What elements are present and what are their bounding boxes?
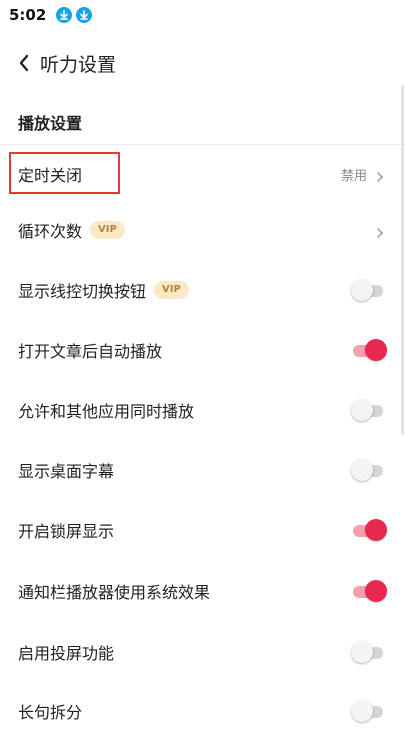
setting-label: 允许和其他应用同时播放 bbox=[18, 402, 195, 421]
toggle-knob bbox=[351, 700, 373, 722]
setting-row-screen-cast: 启用投屏功能 bbox=[0, 622, 405, 682]
download-icon bbox=[76, 7, 93, 23]
setting-label: 循环次数 bbox=[18, 222, 83, 241]
setting-value-group bbox=[351, 699, 385, 723]
setting-value-group bbox=[351, 458, 385, 482]
setting-label: 长句拆分 bbox=[18, 703, 83, 722]
setting-value-group bbox=[351, 640, 385, 664]
setting-row-mix-audio: 允许和其他应用同时播放 bbox=[0, 380, 405, 440]
toggle-switch[interactable] bbox=[351, 458, 387, 482]
toggle-switch[interactable] bbox=[351, 518, 387, 542]
toggle-switch[interactable] bbox=[351, 398, 387, 422]
setting-row-lockscreen: 开启锁屏显示 bbox=[0, 500, 405, 560]
toggle-switch[interactable] bbox=[351, 278, 387, 302]
chevron-right-icon bbox=[375, 224, 385, 238]
setting-label: 启用投屏功能 bbox=[18, 644, 115, 663]
toggle-knob bbox=[365, 580, 387, 602]
setting-label: 显示线控切换按钮 bbox=[18, 282, 147, 301]
setting-value-group bbox=[351, 278, 385, 302]
section-title: 播放设置 bbox=[18, 114, 83, 133]
vip-badge: VIP bbox=[154, 281, 189, 299]
toggle-switch[interactable] bbox=[351, 699, 387, 723]
vip-badge: VIP bbox=[90, 221, 125, 239]
toggle-switch[interactable] bbox=[351, 640, 387, 664]
setting-row-split-sentences: 长句拆分 bbox=[0, 681, 405, 741]
setting-row-wire-control: 显示线控切换按钮 VIP bbox=[0, 260, 405, 320]
scrollbar[interactable] bbox=[401, 85, 404, 435]
highlight-box bbox=[9, 152, 120, 194]
setting-value-group bbox=[351, 398, 385, 422]
setting-label: 打开文章后自动播放 bbox=[18, 342, 163, 361]
setting-value: 禁用 bbox=[340, 168, 367, 184]
status-bar: 5:02 bbox=[0, 0, 405, 30]
setting-row-autoplay: 打开文章后自动播放 bbox=[0, 320, 405, 380]
page-title: 听力设置 bbox=[40, 53, 117, 76]
chevron-left-icon[interactable] bbox=[14, 53, 34, 73]
setting-row-loop-count[interactable]: 循环次数 VIP bbox=[0, 200, 405, 260]
status-time: 5:02 bbox=[9, 6, 47, 24]
setting-value-group bbox=[351, 338, 387, 362]
setting-value-group bbox=[351, 579, 387, 603]
toggle-knob bbox=[365, 519, 387, 541]
setting-value-group bbox=[351, 518, 387, 542]
toggle-switch[interactable] bbox=[351, 579, 387, 603]
chevron-right-icon bbox=[375, 168, 385, 182]
setting-row-notification-player: 通知栏播放器使用系统效果 bbox=[0, 561, 405, 621]
setting-label: 显示桌面字幕 bbox=[18, 462, 115, 481]
setting-label: 通知栏播放器使用系统效果 bbox=[18, 583, 211, 602]
toggle-knob bbox=[351, 279, 373, 301]
toggle-knob bbox=[351, 641, 373, 663]
setting-label: 开启锁屏显示 bbox=[18, 522, 115, 541]
toggle-knob bbox=[351, 459, 373, 481]
toggle-knob bbox=[365, 339, 387, 361]
setting-value-group bbox=[375, 224, 385, 238]
download-icon bbox=[56, 7, 73, 23]
setting-value-group: 禁用 bbox=[341, 165, 385, 184]
setting-row-desktop-subtitles: 显示桌面字幕 bbox=[0, 440, 405, 500]
toggle-switch[interactable] bbox=[351, 338, 387, 362]
app-header: 听力设置 bbox=[0, 40, 405, 86]
toggle-knob bbox=[351, 399, 373, 421]
